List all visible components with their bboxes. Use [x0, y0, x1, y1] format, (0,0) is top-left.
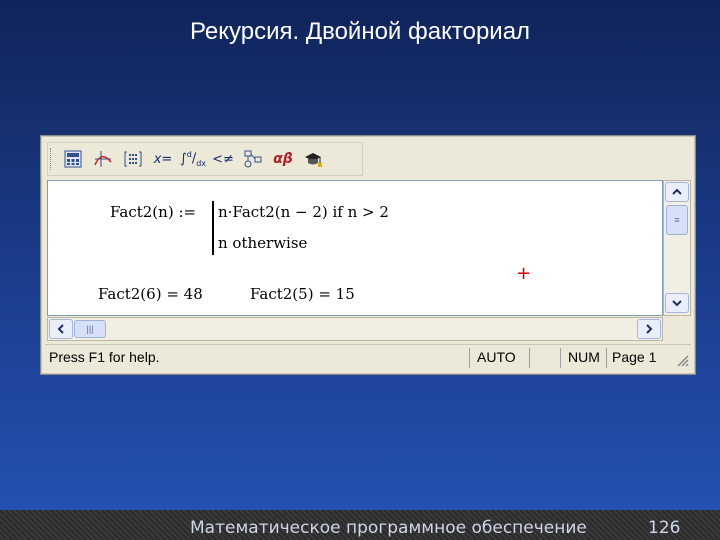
horizontal-scrollbar[interactable]: ||| [47, 317, 663, 341]
status-num: NUM [568, 349, 600, 365]
calculator-icon[interactable] [58, 146, 88, 172]
status-divider [606, 348, 607, 368]
program-branch-2: n otherwise [218, 234, 308, 252]
programming-icon[interactable] [238, 146, 268, 172]
status-bar: Press F1 for help. AUTO NUM Page 1 [45, 344, 691, 371]
symbolic-icon[interactable] [298, 146, 328, 172]
status-help: Press F1 for help. [49, 349, 160, 365]
calculus-icon[interactable]: ∫d/dx [178, 146, 208, 172]
slide-footer: Математическое программное обеспечение 1… [0, 510, 720, 540]
program-bracket [212, 201, 214, 255]
result-fact2-5: Fact2(5) = 15 [250, 285, 355, 303]
horizontal-scroll-thumb[interactable]: ||| [74, 320, 106, 338]
vertical-scrollbar[interactable]: ≡ [663, 180, 691, 316]
worksheet-area[interactable]: Fact2(n) := n·Fact2(n − 2) if n > 2 n ot… [47, 180, 663, 316]
greek-icon[interactable]: αβ [268, 146, 298, 172]
insertion-cursor: + [516, 263, 532, 284]
scroll-down-button[interactable] [665, 293, 689, 313]
scroll-right-button[interactable] [637, 319, 661, 339]
chevron-right-icon [646, 324, 653, 334]
status-divider [560, 348, 561, 368]
program-branch-1: n·Fact2(n − 2) if n > 2 [218, 203, 389, 221]
slide-title: Рекурсия. Двойной факториал [189, 18, 531, 45]
definition-lhs: Fact2(n) := [110, 203, 197, 221]
mathcad-window: x= ∫d/dx <≠ αβ Fact2(n) := n·Fact2(n − 2… [40, 135, 696, 375]
status-page: Page 1 [612, 349, 657, 365]
math-toolbar: x= ∫d/dx <≠ αβ [47, 142, 363, 176]
toolbar-grip[interactable] [50, 148, 55, 170]
graph-icon[interactable] [88, 146, 118, 172]
matrix-icon[interactable] [118, 146, 148, 172]
scroll-up-button[interactable] [665, 182, 689, 202]
page-number: 126 [648, 518, 681, 538]
status-mode: AUTO [477, 349, 516, 365]
chevron-down-icon [672, 300, 682, 307]
chevron-up-icon [672, 188, 682, 195]
status-divider [469, 348, 470, 368]
boolean-icon[interactable]: <≠ [208, 146, 238, 172]
evaluation-icon[interactable]: x= [148, 146, 178, 172]
footer-text: Математическое программное обеспечение [190, 518, 587, 538]
resize-grip-icon[interactable] [675, 353, 689, 370]
status-divider [529, 348, 530, 368]
vertical-scroll-thumb[interactable]: ≡ [666, 205, 688, 235]
scroll-left-button[interactable] [49, 319, 73, 339]
chevron-left-icon [57, 324, 64, 334]
result-fact2-6: Fact2(6) = 48 [98, 285, 203, 303]
